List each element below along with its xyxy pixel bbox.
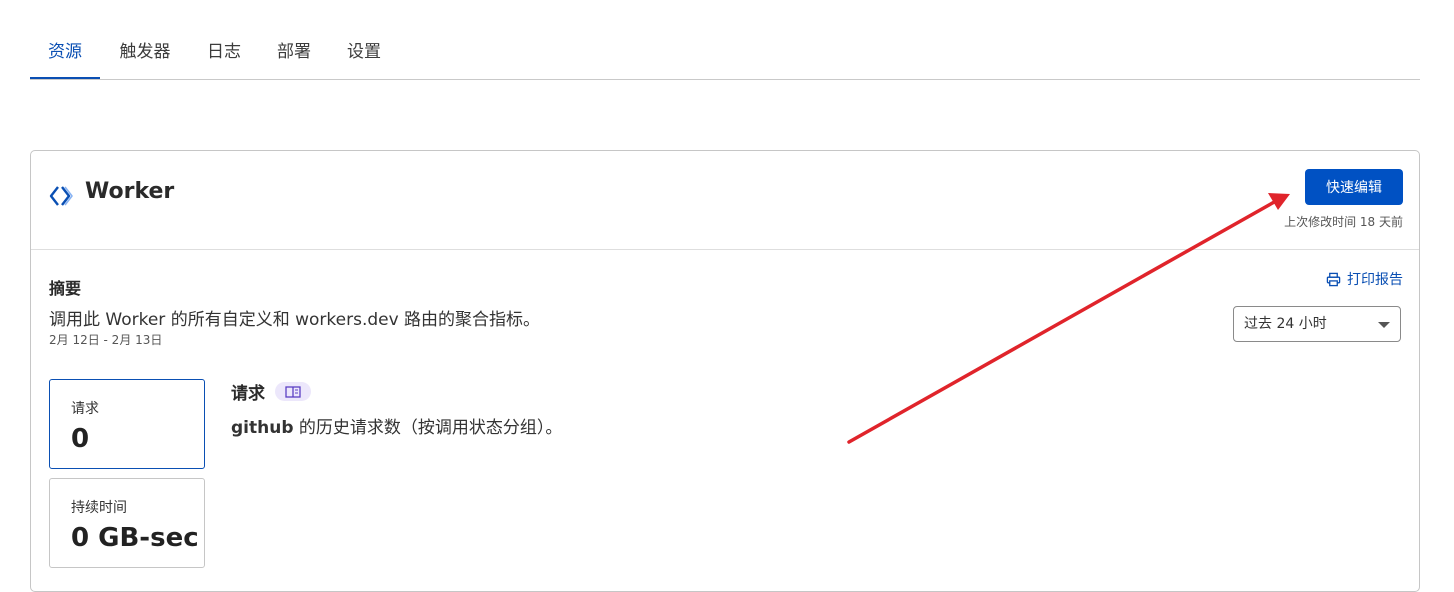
print-report-link[interactable]: 打印报告 [1326,269,1403,289]
worker-title: Worker [85,179,175,204]
time-range-select[interactable]: 过去 24 小时 [1233,306,1401,342]
tab-bar: 资源 触发器 日志 部署 设置 [30,30,1420,80]
quick-edit-button[interactable]: 快速编辑 [1305,169,1403,205]
metric-card-duration[interactable]: 持续时间 0 GB-sec [49,478,205,568]
print-report-label: 打印报告 [1347,272,1403,288]
metric-value: 0 [71,424,90,454]
worker-icon [49,186,73,206]
summary-title: 摘要 [49,279,82,298]
card-header: Worker 快速编辑 上次修改时间 18 天前 [31,151,1419,250]
chevron-down-icon [1378,322,1390,328]
printer-icon [1326,272,1341,286]
metric-card-requests[interactable]: 请求 0 [49,379,205,469]
metric-label: 持续时间 [71,500,127,516]
last-modified-text: 上次修改时间 18 天前 [1284,215,1403,229]
metric-value: 0 GB-sec [71,523,199,553]
tab-triggers[interactable]: 触发器 [110,30,180,78]
requests-description-text: 的历史请求数（按调用状态分组）。 [293,418,563,438]
tab-settings[interactable]: 设置 [336,30,392,78]
summary-description: 调用此 Worker 的所有自定义和 workers.dev 路由的聚合指标。 [49,310,541,330]
book-icon [285,385,301,398]
tab-resources[interactable]: 资源 [30,30,100,79]
worker-card: Worker 快速编辑 上次修改时间 18 天前 摘要 调用此 Worker 的… [30,150,1420,592]
date-range: 2月 12日 - 2月 13日 [49,333,163,347]
requests-title: 请求 [231,384,265,404]
tab-logs[interactable]: 日志 [196,30,252,78]
docs-badge[interactable] [275,382,311,401]
requests-description: github 的历史请求数（按调用状态分组）。 [231,413,562,438]
metric-label: 请求 [71,401,99,417]
time-range-value: 过去 24 小时 [1244,316,1327,332]
tab-deployments[interactable]: 部署 [266,30,322,78]
script-name: github [231,418,294,438]
